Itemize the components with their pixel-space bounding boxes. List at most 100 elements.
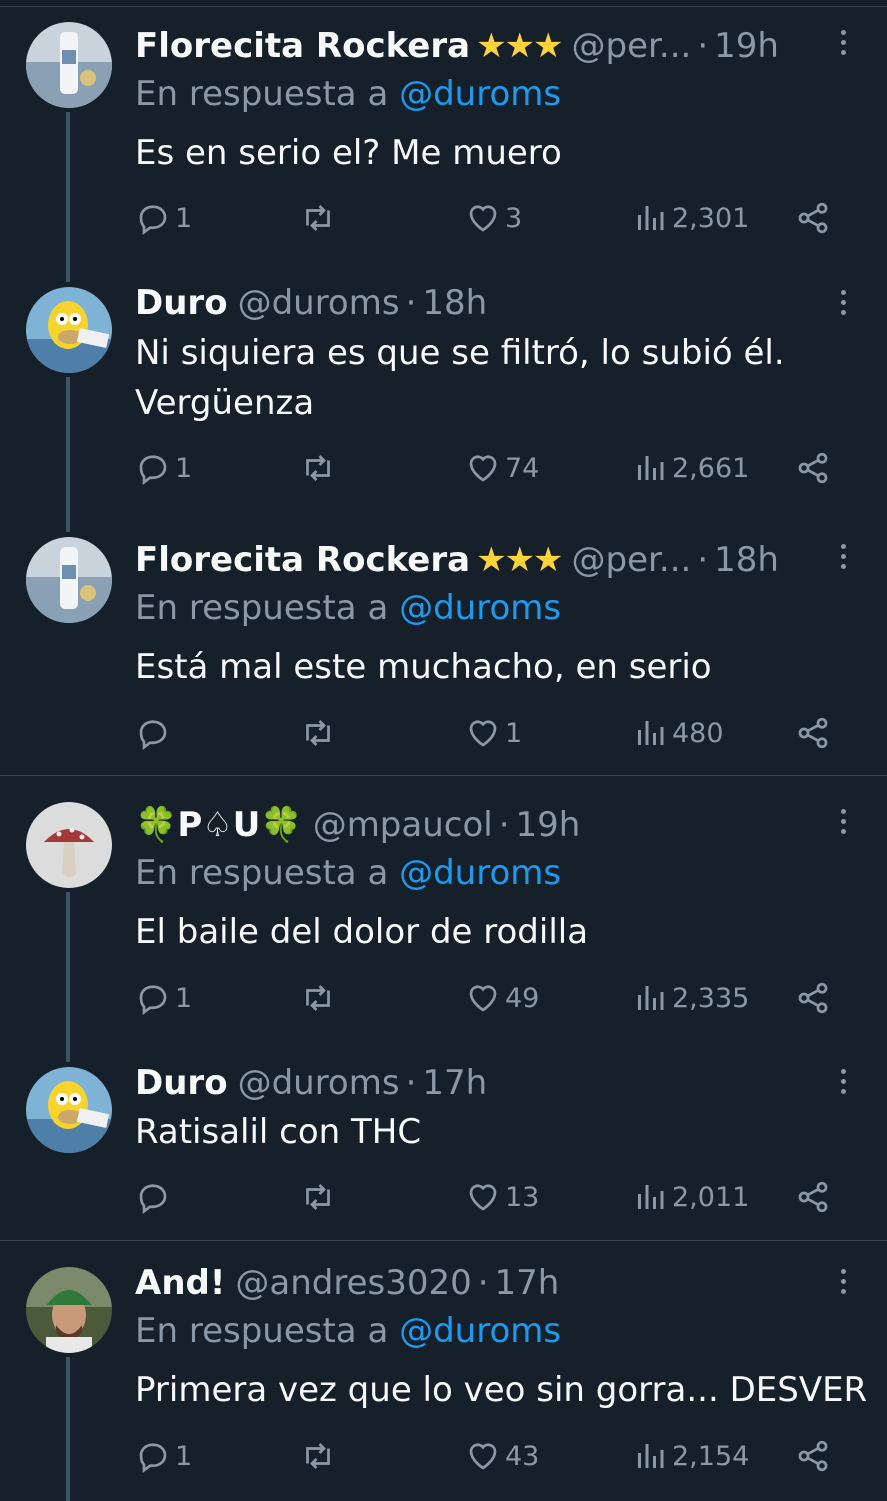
bottle-avatar[interactable] <box>26 537 112 623</box>
share-icon <box>795 1179 831 1215</box>
action-bar: 1 43 2,154 <box>135 1436 855 1476</box>
retweet-button[interactable] <box>300 1177 340 1217</box>
timestamp[interactable]: 19h <box>516 805 581 845</box>
bottle-avatar[interactable] <box>26 22 112 108</box>
user-handle[interactable]: @duroms <box>238 283 400 323</box>
share-button[interactable] <box>795 448 831 488</box>
heart-icon <box>465 980 501 1016</box>
like-button[interactable]: 13 <box>465 1177 539 1217</box>
reply-icon <box>135 715 171 751</box>
thread-line <box>66 112 70 282</box>
star-badge: ★★★ <box>476 540 563 580</box>
share-icon <box>795 980 831 1016</box>
star-badge: ★★★ <box>476 26 563 66</box>
views-chart-icon <box>632 1438 668 1474</box>
tweet-text: Ni siquiera es que se filtró, lo subió é… <box>135 333 785 423</box>
like-button[interactable]: 3 <box>465 198 522 238</box>
retweet-icon <box>300 715 336 751</box>
reply-icon <box>135 1438 171 1474</box>
display-name[interactable]: Florecita Rockera <box>135 540 470 580</box>
user-handle[interactable]: @per... <box>572 540 692 580</box>
action-bar: 1 3 2,301 <box>135 198 855 238</box>
heart-icon <box>465 715 501 751</box>
display-name[interactable]: 🍀P♤U🍀 <box>135 805 303 845</box>
user-handle[interactable]: @per... <box>572 26 692 66</box>
display-name[interactable]: And! <box>135 1263 225 1303</box>
reply-button[interactable] <box>135 713 175 753</box>
retweet-icon <box>300 200 336 236</box>
reply-button[interactable]: 1 <box>135 978 192 1018</box>
user-handle[interactable]: @duroms <box>238 1063 400 1103</box>
reply-icon <box>135 450 171 486</box>
timestamp[interactable]: 18h <box>422 283 487 323</box>
timestamp[interactable]: 19h <box>714 26 779 66</box>
tweet-text: Está mal este muchacho, en serio <box>135 647 712 687</box>
share-icon <box>795 715 831 751</box>
reply-icon <box>135 980 171 1016</box>
timestamp[interactable]: 17h <box>422 1063 487 1103</box>
retweet-button[interactable] <box>300 198 340 238</box>
action-bar: 13 2,011 <box>135 1177 855 1217</box>
retweet-button[interactable] <box>300 448 340 488</box>
share-button[interactable] <box>795 978 831 1018</box>
reply-mention-link[interactable]: @duroms <box>399 588 561 628</box>
conversation-divider <box>0 1240 887 1241</box>
reply-context: En respuesta a @duroms <box>135 588 562 628</box>
views-chart-icon <box>632 450 668 486</box>
share-button[interactable] <box>795 1436 831 1476</box>
tweet-text: El baile del dolor de rodilla <box>135 912 589 952</box>
share-button[interactable] <box>795 713 831 753</box>
reply-button[interactable]: 1 <box>135 448 192 488</box>
more-options-icon[interactable] <box>833 1061 853 1101</box>
retweet-button[interactable] <box>300 1436 340 1476</box>
views-button[interactable]: 2,154 <box>632 1436 749 1476</box>
share-button[interactable] <box>795 198 831 238</box>
retweet-button[interactable] <box>300 978 340 1018</box>
views-chart-icon <box>632 715 668 751</box>
like-button[interactable]: 1 <box>465 713 522 753</box>
like-button[interactable]: 43 <box>465 1436 539 1476</box>
reply-button[interactable]: 1 <box>135 1436 192 1476</box>
action-bar: 1 480 <box>135 713 855 753</box>
reply-mention-link[interactable]: @duroms <box>399 853 561 893</box>
views-button[interactable]: 2,661 <box>632 448 749 488</box>
man-cap-avatar[interactable] <box>26 1267 112 1353</box>
mushroom-avatar[interactable] <box>26 802 112 888</box>
timestamp[interactable]: 17h <box>495 1263 560 1303</box>
user-handle[interactable]: @mpaucol <box>313 805 493 845</box>
display-name[interactable]: Duro <box>135 1063 228 1103</box>
reply-button[interactable]: 1 <box>135 198 192 238</box>
homer-avatar[interactable] <box>26 1067 112 1153</box>
user-handle[interactable]: @andres3020 <box>235 1263 471 1303</box>
reply-icon <box>135 1179 171 1215</box>
reply-button[interactable] <box>135 1177 175 1217</box>
tweet-text: Ratisalil con THC <box>135 1112 422 1152</box>
more-options-icon[interactable] <box>833 801 853 841</box>
more-options-icon[interactable] <box>833 22 853 62</box>
like-button[interactable]: 49 <box>465 978 539 1018</box>
reply-mention-link[interactable]: @duroms <box>399 1311 561 1351</box>
share-icon <box>795 1438 831 1474</box>
top-divider <box>0 0 887 7</box>
views-button[interactable]: 2,011 <box>632 1177 749 1217</box>
views-button[interactable]: 2,335 <box>632 978 749 1018</box>
more-options-icon[interactable] <box>833 282 853 322</box>
reply-mention-link[interactable]: @duroms <box>399 74 561 114</box>
views-button[interactable]: 480 <box>632 713 724 753</box>
display-name[interactable]: Duro <box>135 283 228 323</box>
heart-icon <box>465 450 501 486</box>
like-button[interactable]: 74 <box>465 448 539 488</box>
display-name[interactable]: Florecita Rockera <box>135 26 470 66</box>
conversation-divider <box>0 775 887 776</box>
more-options-icon[interactable] <box>833 536 853 576</box>
views-button[interactable]: 2,301 <box>632 198 749 238</box>
share-button[interactable] <box>795 1177 831 1217</box>
reply-icon <box>135 200 171 236</box>
heart-icon <box>465 200 501 236</box>
more-options-icon[interactable] <box>833 1261 853 1301</box>
homer-avatar[interactable] <box>26 287 112 373</box>
retweet-button[interactable] <box>300 713 340 753</box>
timestamp[interactable]: 18h <box>714 540 779 580</box>
retweet-icon <box>300 1179 336 1215</box>
reply-context: En respuesta a @duroms <box>135 853 562 893</box>
